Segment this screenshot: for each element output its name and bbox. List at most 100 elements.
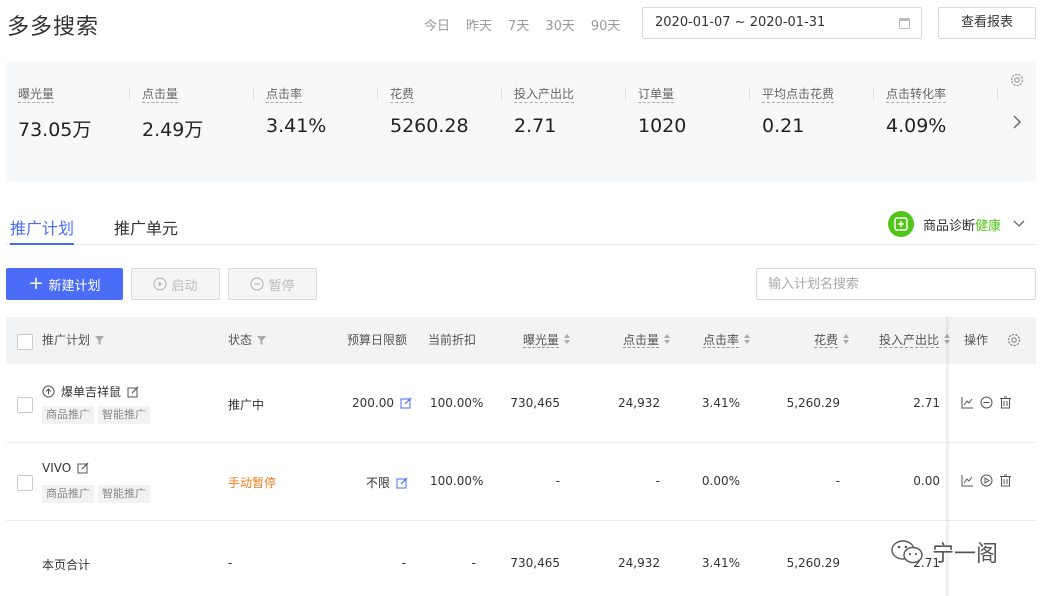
cost-cell: -	[835, 474, 840, 488]
impressions-cell: 730,465	[510, 396, 560, 410]
date-range-picker[interactable]: 2020-01-07 ~ 2020-01-31	[642, 7, 922, 39]
column-settings-gear-icon[interactable]	[1006, 332, 1022, 352]
metric-label: 点击转化率	[886, 87, 947, 103]
gear-icon[interactable]	[1009, 72, 1025, 92]
line-chart-icon[interactable]	[961, 474, 974, 487]
row-checkbox[interactable]	[17, 475, 33, 491]
total-budget: -	[401, 556, 406, 570]
header-ops: 操作	[964, 333, 989, 347]
header-impressions[interactable]: 曝光量	[523, 332, 571, 348]
pause-button[interactable]: 暂停	[228, 268, 317, 300]
metric-impressions: 曝光量 73.05万	[6, 62, 130, 182]
header-impressions-label: 曝光量	[523, 333, 560, 348]
header-plan-label: 推广计划	[42, 333, 91, 347]
watermark: 宁一阁	[890, 536, 998, 568]
total-clicks: 24,932	[618, 556, 660, 570]
metric-cost: 花费 5260.28	[378, 62, 502, 182]
metrics-summary: 曝光量 73.05万 点击量 2.49万 点击率 3.41% 花费 5260.2…	[6, 62, 1036, 182]
chevron-right-icon[interactable]	[1012, 114, 1022, 134]
metric-value: 4.09%	[886, 115, 947, 137]
sort-icon[interactable]	[664, 334, 671, 345]
chevron-down-icon[interactable]	[1013, 217, 1025, 232]
view-report-button[interactable]: 查看报表	[938, 7, 1036, 39]
impressions-cell: -	[555, 474, 560, 488]
plan-tags: 商品推广 智能推广	[42, 406, 154, 424]
budget-cell: 不限	[366, 474, 408, 491]
row-checkbox[interactable]	[17, 397, 33, 413]
header-cost[interactable]: 花费	[814, 332, 850, 348]
arrow-up-circle-icon	[42, 385, 55, 398]
edit-icon[interactable]	[400, 397, 412, 409]
pause-label: 暂停	[268, 278, 295, 294]
tab-campaigns[interactable]: 推广计划	[10, 215, 75, 245]
table-total-row: 本页合计 - - - 730,465 24,932 3.41% 5,260.29…	[6, 521, 1036, 596]
metric-value: 2.71	[514, 115, 557, 137]
start-button[interactable]: 启动	[131, 268, 220, 300]
tag: 智能推广	[98, 406, 150, 424]
plan-name[interactable]: 爆单吉祥鼠	[61, 383, 121, 400]
metric-roi: 投入产出比 2.71	[502, 62, 626, 182]
quick-date-today[interactable]: 今日	[424, 15, 450, 34]
header-status[interactable]: 状态	[228, 332, 267, 348]
total-cost: 5,260.29	[786, 556, 840, 570]
header-ctr[interactable]: 点击率	[703, 332, 751, 348]
metric-value: 5260.28	[390, 115, 469, 137]
budget-value: 不限	[366, 476, 391, 490]
edit-icon[interactable]	[396, 477, 408, 489]
status-cell: 手动暂停	[228, 476, 277, 490]
metric-label: 平均点击花费	[762, 87, 835, 103]
header-ctr-label: 点击率	[703, 333, 740, 348]
quick-date-filters: 今日 昨天 7天 30天 90天	[424, 15, 636, 34]
select-all-checkbox[interactable]	[17, 334, 33, 350]
roi-cell: 0.00	[913, 474, 940, 488]
edit-icon[interactable]	[127, 386, 139, 398]
table-header: 推广计划 状态 预算日限额 当前折扣 曝光量 点击量 点击率 花费 投入产出比 …	[6, 317, 1036, 364]
header-clicks-label: 点击量	[623, 333, 660, 348]
new-plan-button[interactable]: + 新建计划	[6, 268, 123, 300]
metric-value: 0.21	[762, 115, 805, 137]
quick-date-7d[interactable]: 7天	[508, 15, 529, 34]
quick-date-90d[interactable]: 90天	[591, 15, 621, 34]
plan-tags: 商品推广 智能推广	[42, 485, 154, 503]
sort-icon[interactable]	[564, 334, 571, 345]
diagnosis-status: 健康	[975, 218, 1002, 234]
metric-label: 点击量	[142, 87, 179, 103]
plus-icon: +	[28, 273, 44, 294]
filter-icon[interactable]	[257, 336, 267, 345]
status-cell: 推广中	[228, 398, 265, 412]
product-diagnosis[interactable]: 商品诊断 健康	[888, 210, 1025, 238]
plan-name-cell: VIVO	[42, 461, 89, 475]
plan-search-input[interactable]	[756, 268, 1036, 300]
total-impressions: 730,465	[510, 556, 560, 570]
header-roi[interactable]: 投入产出比	[879, 332, 951, 348]
total-status: -	[228, 556, 233, 570]
play-circle-icon[interactable]	[980, 474, 993, 487]
edit-icon[interactable]	[77, 462, 89, 474]
filter-icon[interactable]	[95, 336, 105, 345]
page-title: 多多搜索	[7, 15, 100, 40]
header-discount: 当前折扣	[428, 333, 477, 347]
header: 多多搜索 今日 昨天 7天 30天 90天 2020-01-07 ~ 2020-…	[0, 0, 1046, 50]
sort-icon[interactable]	[843, 334, 850, 345]
cost-cell: 5,260.29	[786, 396, 840, 410]
tag: 智能推广	[98, 485, 150, 503]
quick-date-yesterday[interactable]: 昨天	[466, 15, 492, 34]
discount-cell: 100.00%	[430, 474, 484, 488]
trash-icon[interactable]	[999, 396, 1012, 409]
header-plan[interactable]: 推广计划	[42, 332, 105, 348]
metric-value: 3.41%	[266, 115, 327, 137]
header-clicks[interactable]: 点击量	[623, 332, 671, 348]
metric-avg-cpc: 平均点击花费 0.21	[750, 62, 874, 182]
tab-units[interactable]: 推广单元	[114, 215, 178, 245]
quick-date-30d[interactable]: 30天	[545, 15, 575, 34]
pause-circle-icon[interactable]	[980, 396, 993, 409]
sort-icon[interactable]	[744, 334, 751, 345]
trash-icon[interactable]	[999, 474, 1012, 487]
metric-conversion-rate: 点击转化率 4.09%	[874, 62, 998, 182]
ctr-cell: 3.41%	[701, 396, 740, 410]
header-budget: 预算日限额	[347, 333, 408, 347]
plan-name[interactable]: VIVO	[42, 461, 71, 475]
line-chart-icon[interactable]	[961, 396, 974, 409]
play-icon	[153, 277, 168, 291]
date-range-value: 2020-01-07 ~ 2020-01-31	[655, 15, 826, 30]
